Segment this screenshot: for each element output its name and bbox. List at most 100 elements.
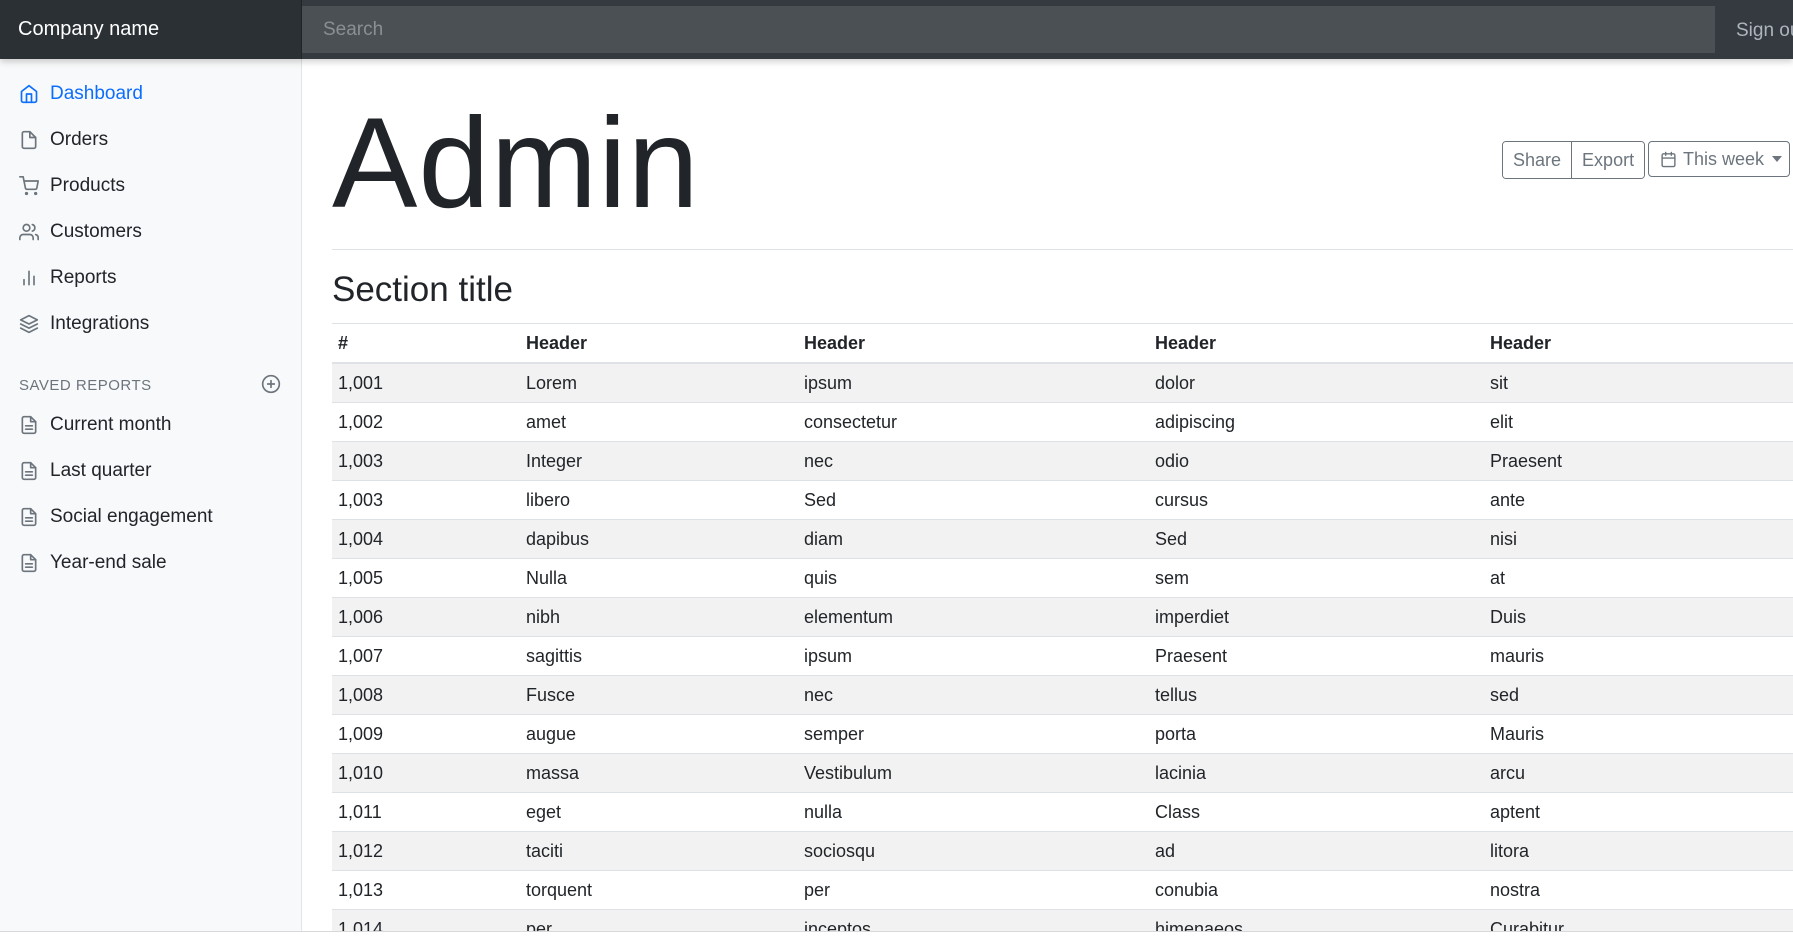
column-header: Header (520, 323, 798, 364)
plus-circle-icon[interactable] (261, 374, 283, 396)
sidebar-item-customers[interactable]: Customers (0, 209, 301, 255)
table-cell: 1,013 (332, 870, 520, 910)
sidebar-item-label: Social engagement (50, 506, 213, 527)
table-cell: odio (1149, 441, 1484, 481)
table-cell: sagittis (520, 636, 798, 676)
table-cell: Duis (1484, 597, 1793, 637)
period-dropdown[interactable]: This week (1648, 141, 1790, 177)
file-icon (18, 129, 40, 151)
table-cell: nec (798, 441, 1149, 481)
home-icon (18, 83, 40, 105)
search-input[interactable] (302, 6, 1715, 53)
shopping-cart-icon (18, 175, 40, 197)
table-cell: ipsum (798, 363, 1149, 403)
sidebar-item-label: Year-end sale (50, 552, 167, 573)
table-row: 1,003 libero Sed cursus ante (332, 480, 1793, 520)
sign-out-link[interactable]: Sign out (1736, 0, 1793, 59)
table-row: 1,012 taciti sociosqu ad litora (332, 831, 1793, 871)
table-cell: 1,010 (332, 753, 520, 793)
table-cell: 1,003 (332, 480, 520, 520)
table-cell: sed (1484, 675, 1793, 715)
table-row: 1,001 Lorem ipsum dolor sit (332, 363, 1793, 403)
table-cell: mauris (1484, 636, 1793, 676)
table-cell: libero (520, 480, 798, 520)
table-cell: nulla (798, 792, 1149, 832)
table-cell: Vestibulum (798, 753, 1149, 793)
table-row: 1,005 Nulla quis sem at (332, 558, 1793, 598)
table-cell: 1,014 (332, 909, 520, 931)
table-row: 1,002 amet consectetur adipiscing elit (332, 402, 1793, 442)
period-label: This week (1683, 148, 1765, 169)
divider (332, 249, 1793, 250)
sidebar-item-label: Integrations (50, 313, 150, 334)
sidebar-item-orders[interactable]: Orders (0, 117, 301, 163)
file-text-icon (18, 506, 40, 528)
table-cell: Integer (520, 441, 798, 481)
file-text-icon (18, 414, 40, 436)
sidebar-item-label: Dashboard (50, 83, 143, 104)
data-table: # Header Header Header Header 1,001 Lorem… (332, 323, 1793, 931)
table-cell: Mauris (1484, 714, 1793, 754)
table-cell: dapibus (520, 519, 798, 559)
column-header: Header (1484, 323, 1793, 364)
saved-report-last-quarter[interactable]: Last quarter (0, 448, 301, 494)
table-cell: eget (520, 792, 798, 832)
table-cell: 1,002 (332, 402, 520, 442)
table-row: 1,008 Fusce nec tellus sed (332, 675, 1793, 715)
sidebar-item-products[interactable]: Products (0, 163, 301, 209)
table-cell: ipsum (798, 636, 1149, 676)
table-cell: at (1484, 558, 1793, 598)
table-row: 1,014 per inceptos himenaeos Curabitur (332, 909, 1793, 931)
brand-name[interactable]: Company name (0, 0, 302, 59)
sidebar-item-integrations[interactable]: Integrations (0, 301, 301, 347)
table-cell: dolor (1149, 363, 1484, 403)
table-cell: 1,001 (332, 363, 520, 403)
table-cell: cursus (1149, 480, 1484, 520)
table-cell: 1,005 (332, 558, 520, 598)
table-cell: 1,009 (332, 714, 520, 754)
table-cell: Sed (798, 480, 1149, 520)
table-cell: inceptos (798, 909, 1149, 931)
table-cell: himenaeos (1149, 909, 1484, 931)
toolbar-button-group: Share Export (1502, 141, 1646, 179)
table-cell: 1,006 (332, 597, 520, 637)
column-header: Header (1149, 323, 1484, 364)
saved-report-social-engagement[interactable]: Social engagement (0, 494, 301, 540)
table-cell: 1,012 (332, 831, 520, 871)
table-cell: tellus (1149, 675, 1484, 715)
share-button[interactable]: Share (1503, 142, 1572, 178)
users-icon (18, 221, 40, 243)
table-cell: litora (1484, 831, 1793, 871)
table-header-row: # Header Header Header Header (332, 323, 1793, 364)
table-cell: torquent (520, 870, 798, 910)
table-cell: sit (1484, 363, 1793, 403)
main-content: Admin Share Export This week Section tit… (302, 59, 1793, 931)
table-cell: imperdiet (1149, 597, 1484, 637)
saved-report-year-end-sale[interactable]: Year-end sale (0, 540, 301, 586)
table-row: 1,006 nibh elementum imperdiet Duis (332, 597, 1793, 637)
sidebar-item-label: Last quarter (50, 460, 152, 481)
file-text-icon (18, 552, 40, 574)
table-cell: nisi (1484, 519, 1793, 559)
saved-report-current-month[interactable]: Current month (0, 402, 301, 448)
sidebar: Dashboard Orders Products Customers Repo… (0, 59, 302, 931)
table-row: 1,010 massa Vestibulum lacinia arcu (332, 753, 1793, 793)
file-text-icon (18, 460, 40, 482)
table-cell: 1,004 (332, 519, 520, 559)
calendar-icon (1660, 151, 1677, 168)
sidebar-item-label: Customers (50, 221, 142, 242)
table-row: 1,009 augue semper porta Mauris (332, 714, 1793, 754)
table-cell: Nulla (520, 558, 798, 598)
table-row: 1,011 eget nulla Class aptent (332, 792, 1793, 832)
sidebar-item-dashboard[interactable]: Dashboard (0, 71, 301, 117)
table-cell: arcu (1484, 753, 1793, 793)
table-cell: Praesent (1149, 636, 1484, 676)
table-cell: conubia (1149, 870, 1484, 910)
saved-reports-heading: SAVED REPORTS (19, 377, 152, 394)
sidebar-item-reports[interactable]: Reports (0, 255, 301, 301)
table-cell: elit (1484, 402, 1793, 442)
table-cell: quis (798, 558, 1149, 598)
export-button[interactable]: Export (1571, 142, 1645, 178)
table-row: 1,003 Integer nec odio Praesent (332, 441, 1793, 481)
table-cell: 1,008 (332, 675, 520, 715)
